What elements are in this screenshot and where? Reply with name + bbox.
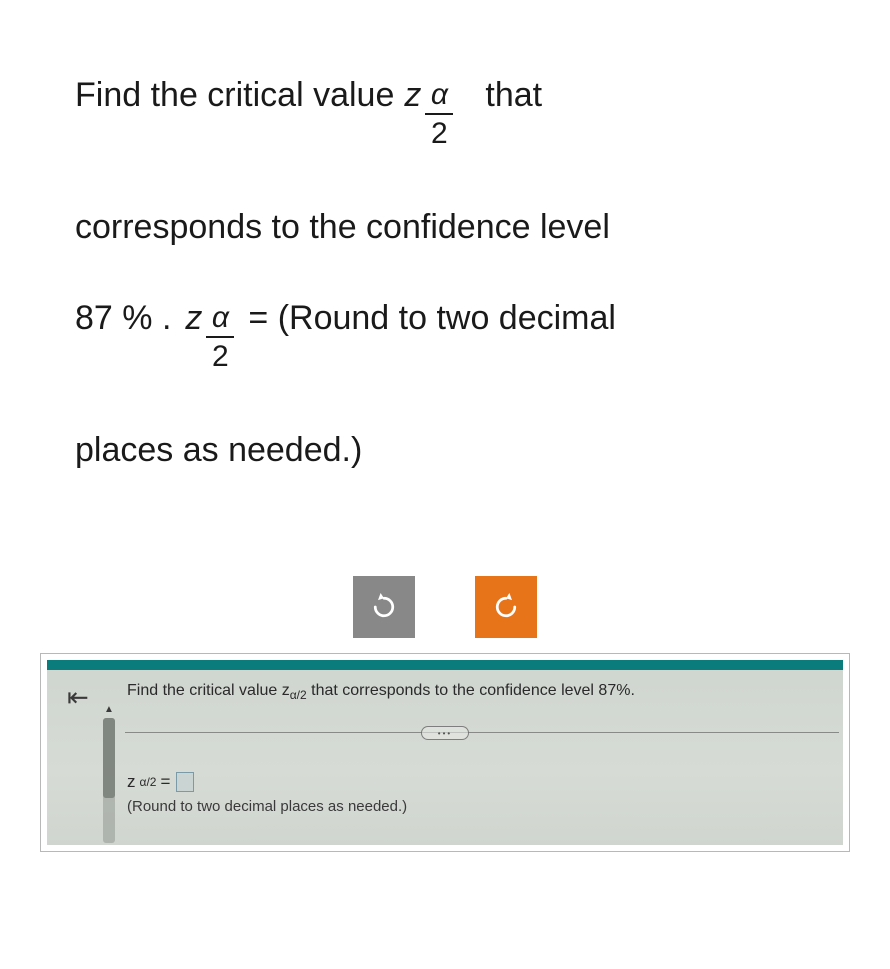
rounding-note: (Round to two decimal places as needed.) xyxy=(127,798,407,815)
subscript: α/2 xyxy=(290,688,307,702)
z-alpha-over-2: z α 2 xyxy=(185,293,234,365)
collapse-arrow-icon[interactable]: ⇤ xyxy=(67,682,89,713)
answer-input[interactable] xyxy=(176,772,194,792)
fraction-alpha-2: α 2 xyxy=(206,301,234,373)
question-line-3: 87 % . z α 2 = (Round to two decimal xyxy=(75,293,815,365)
fraction-denominator: 2 xyxy=(431,117,448,150)
answer-row: z α/2 = xyxy=(127,772,194,792)
redo-button[interactable] xyxy=(475,576,537,638)
question-text: Find the critical value z α 2 that corre… xyxy=(75,70,815,476)
scrollbar-up-arrow-icon[interactable]: ▲ xyxy=(102,704,116,716)
equals-sign: = xyxy=(160,772,170,792)
text-segment: that corresponds to the confidence level… xyxy=(307,682,635,699)
expand-pill-button[interactable]: ••• xyxy=(421,726,469,740)
arrow-glyph: ⇤ xyxy=(67,682,89,712)
z-symbol: z xyxy=(404,70,421,121)
z-label: z xyxy=(127,772,136,792)
inner-question-text: Find the critical value zα/2 that corres… xyxy=(127,682,635,702)
fraction-alpha-2: α 2 xyxy=(425,78,453,150)
control-buttons xyxy=(0,576,890,638)
app-header-bar xyxy=(47,660,843,670)
fraction-numerator: α xyxy=(212,301,229,334)
z-alpha-over-2: z α 2 xyxy=(404,70,453,142)
fraction-numerator: α xyxy=(431,78,448,111)
embedded-screenshot: ⇤ Find the critical value zα/2 that corr… xyxy=(47,660,843,845)
text-segment: 87 % . xyxy=(75,293,171,344)
question-line-4: places as needed.) xyxy=(75,425,815,476)
fraction-bar xyxy=(425,113,453,115)
undo-icon xyxy=(369,592,399,622)
question-area: Find the critical value z α 2 that corre… xyxy=(0,0,890,476)
undo-button[interactable] xyxy=(353,576,415,638)
scrollbar-thumb[interactable] xyxy=(103,718,115,798)
text-segment: Find the critical value z xyxy=(127,682,290,699)
text-segment: = (Round to two decimal xyxy=(248,293,616,344)
text-segment: that xyxy=(485,70,542,121)
fraction-denominator: 2 xyxy=(212,340,229,373)
subscript: α/2 xyxy=(140,775,157,789)
question-line-2: corresponds to the confidence level xyxy=(75,202,815,253)
divider xyxy=(125,732,839,733)
question-line-1: Find the critical value z α 2 that xyxy=(75,70,815,142)
fraction-bar xyxy=(206,336,234,338)
text-segment: Find the critical value xyxy=(75,70,394,121)
ellipsis-icon: ••• xyxy=(438,729,452,738)
embedded-screenshot-frame: ⇤ Find the critical value zα/2 that corr… xyxy=(40,653,850,852)
redo-icon xyxy=(491,592,521,622)
z-symbol: z xyxy=(185,293,202,344)
